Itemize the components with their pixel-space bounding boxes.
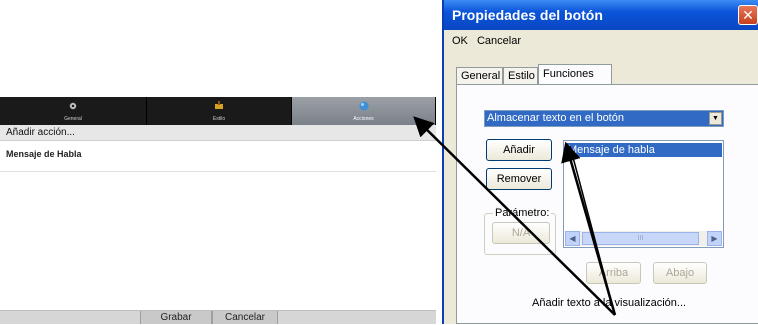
close-icon[interactable]: ✕ xyxy=(738,5,758,25)
tab-label: General xyxy=(64,116,82,122)
action-list-item[interactable]: Mensaje de Habla xyxy=(0,149,442,159)
remove-button[interactable]: Remover xyxy=(486,168,552,190)
tab-label: Acciones xyxy=(353,116,374,122)
mobile-tab-bar: General Estilo Acciones xyxy=(0,97,436,125)
parameter-label: Parámetro: xyxy=(493,207,552,219)
globe-icon xyxy=(359,101,368,111)
add-action-button[interactable]: Añadir acción... xyxy=(0,125,436,141)
tab-funciones[interactable]: Funciones xyxy=(538,64,612,85)
tab-estilo[interactable]: Estilo xyxy=(147,97,292,125)
scroll-right-icon[interactable]: ▶ xyxy=(707,231,722,246)
status-text: Añadir texto a la visualización... xyxy=(532,297,687,309)
tab-general[interactable]: General xyxy=(0,97,147,125)
paintbrush-icon xyxy=(215,101,223,109)
parameter-button[interactable]: N/A xyxy=(492,222,550,244)
down-button[interactable]: Abajo xyxy=(653,262,707,284)
function-select[interactable]: Almacenar texto en el botón ▼ xyxy=(484,110,724,127)
add-button[interactable]: Añadir xyxy=(486,139,552,161)
gear-icon xyxy=(69,102,77,110)
tab-acciones[interactable]: Acciones xyxy=(292,97,436,125)
scroll-thumb[interactable]: III xyxy=(582,232,699,245)
menu-bar: OK Cancelar xyxy=(444,32,527,50)
menu-ok[interactable]: OK xyxy=(452,35,468,47)
save-button[interactable]: Grabar xyxy=(140,311,212,324)
scroll-left-icon[interactable]: ◀ xyxy=(565,231,580,246)
tab-general[interactable]: General xyxy=(456,67,503,84)
tab-estilo[interactable]: Estilo xyxy=(503,67,538,84)
cancel-button[interactable]: Cancelar xyxy=(212,311,278,324)
list-item[interactable]: Mensaje de habla xyxy=(565,143,722,157)
mobile-action-editor: General Estilo Acciones Añadir acción...… xyxy=(0,97,436,324)
chevron-down-icon[interactable]: ▼ xyxy=(709,112,722,125)
list-divider xyxy=(0,171,436,172)
dialog-title: Propiedades del botón xyxy=(444,0,758,30)
function-select-value: Almacenar texto en el botón xyxy=(487,112,624,124)
tab-label: Estilo xyxy=(212,116,226,122)
horizontal-scrollbar[interactable]: ◀ III ▶ xyxy=(565,231,722,246)
mobile-bottom-bar: Grabar Cancelar xyxy=(0,310,436,324)
up-button[interactable]: Arriba xyxy=(586,262,641,284)
function-list[interactable]: Mensaje de habla ◀ III ▶ xyxy=(563,140,724,248)
menu-cancel[interactable]: Cancelar xyxy=(477,35,521,47)
